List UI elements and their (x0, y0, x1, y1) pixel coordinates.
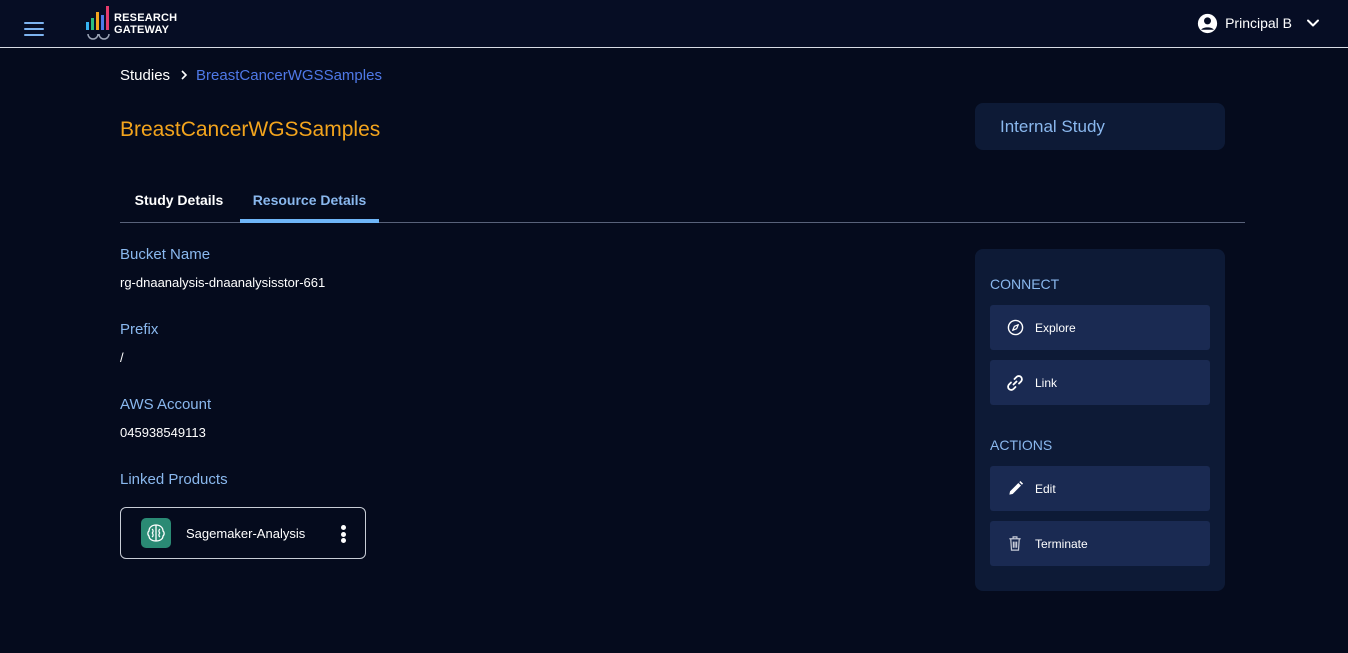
pencil-icon (1005, 479, 1025, 499)
explore-button[interactable]: Explore (990, 305, 1210, 350)
chevron-right-icon (180, 67, 188, 84)
logo-line-2: GATEWAY (114, 24, 170, 36)
link-button[interactable]: Link (990, 360, 1210, 405)
logo-line-1: RESEARCH (114, 12, 178, 24)
breadcrumb-studies-link[interactable]: Studies (120, 67, 170, 84)
edit-button[interactable]: Edit (990, 466, 1210, 511)
sagemaker-brain-icon (141, 518, 171, 548)
tab-bar: Study Details Resource Details (120, 180, 1245, 223)
linked-product-name: Sagemaker-Analysis (186, 525, 306, 541)
linked-product-card[interactable]: Sagemaker-Analysis (120, 507, 366, 559)
logo-text: RESEARCH GATEWAY (114, 12, 177, 36)
explore-button-label: Explore (1035, 320, 1076, 335)
connect-section-title: CONNECT (990, 276, 1060, 292)
breadcrumb: Studies BreastCancerWGSSamples (120, 67, 382, 84)
actions-section-title: ACTIONS (990, 437, 1053, 453)
link-icon (1005, 373, 1025, 393)
terminate-button[interactable]: Terminate (990, 521, 1210, 566)
prefix-label: Prefix (120, 321, 159, 338)
compass-icon (1005, 318, 1025, 338)
chevron-down-icon[interactable] (1306, 16, 1320, 30)
breadcrumb-current: BreastCancerWGSSamples (196, 67, 382, 84)
bucket-name-value: rg-dnaanalysis-dnaanalysisstor-661 (120, 275, 326, 290)
prefix-value: / (120, 350, 124, 365)
research-gateway-logo: RESEARCH GATEWAY (86, 6, 186, 42)
bucket-name-label: Bucket Name (120, 246, 211, 263)
actions-panel: CONNECT Explore Link ACTIONS Edit Termin… (975, 249, 1225, 591)
tab-resource-details[interactable]: Resource Details (240, 180, 379, 223)
link-button-label: Link (1035, 375, 1058, 390)
study-type-badge: Internal Study (975, 103, 1225, 150)
hamburger-menu-icon[interactable] (24, 22, 44, 36)
edit-button-label: Edit (1035, 481, 1056, 496)
account-circle-icon (1197, 13, 1218, 33)
user-name: Principal B (1225, 15, 1292, 31)
terminate-button-label: Terminate (1035, 536, 1088, 551)
more-options-icon[interactable] (339, 523, 347, 545)
trash-icon (1005, 534, 1025, 554)
top-bar: RESEARCH GATEWAY Principal B (0, 0, 1348, 48)
tab-study-details[interactable]: Study Details (120, 180, 238, 223)
aws-account-label: AWS Account (120, 396, 212, 413)
linked-products-label: Linked Products (120, 471, 228, 488)
aws-account-value: 045938549113 (120, 425, 206, 440)
user-menu[interactable]: Principal B (1197, 11, 1320, 35)
logo-bars-icon (86, 6, 110, 40)
page-title: BreastCancerWGSSamples (120, 118, 381, 141)
